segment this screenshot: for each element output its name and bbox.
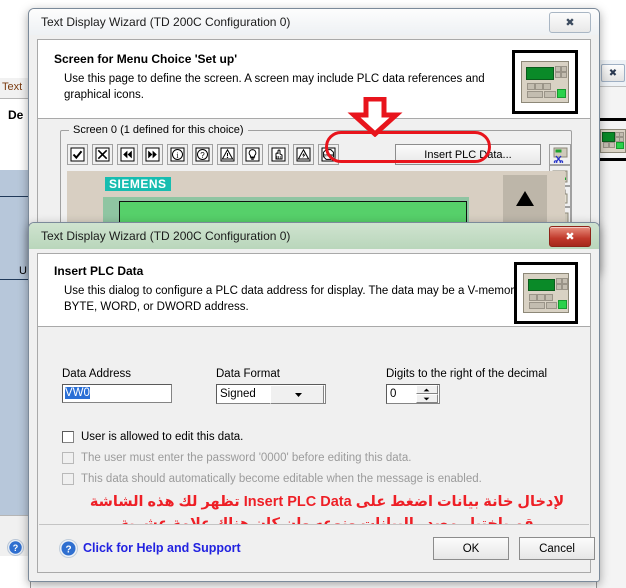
dialog1-header-title: Screen for Menu Choice 'Set up' xyxy=(54,52,238,66)
hand-icon[interactable] xyxy=(267,144,289,165)
screen-toolbar: i ? STOP xyxy=(67,144,340,165)
auto-editable-checkbox xyxy=(62,473,74,485)
chevron-down-icon[interactable] xyxy=(269,384,324,404)
data-format-select[interactable]: Signed xyxy=(216,384,326,404)
digits-spinner-buttons[interactable] xyxy=(413,385,438,403)
close-icon[interactable]: ✖ xyxy=(601,64,625,82)
require-password-checkbox-row: The user must enter the password '0000' … xyxy=(62,452,411,464)
allow-edit-label: User is allowed to edit this data. xyxy=(81,431,244,443)
background-tab-label: Text xyxy=(2,81,23,93)
dialog2-titlebar: Text Display Wizard (TD 200C Configurati… xyxy=(29,223,599,249)
background-heading-fragment: De xyxy=(8,108,24,122)
checkmark-icon[interactable] xyxy=(67,144,88,165)
dialog1-title-text: Text Display Wizard (TD 200C Configurati… xyxy=(41,15,291,29)
arabic-note-line1: لإدخال خانة بيانات اضغط على Insert PLC D… xyxy=(89,494,565,510)
help-support-link[interactable]: Click for Help and Support xyxy=(83,541,241,555)
background-side-fragment: U xyxy=(19,265,27,277)
dialog2-body: Insert PLC Data Use this dialog to confi… xyxy=(37,253,595,573)
cut-icon[interactable] xyxy=(549,144,571,165)
data-format-label: Data Format xyxy=(216,368,280,380)
data-format-value: Signed xyxy=(220,388,256,400)
require-password-label: The user must enter the password '0000' … xyxy=(81,452,412,464)
siemens-logo: SIEMENS xyxy=(105,177,171,191)
dialog2-title-text: Text Display Wizard (TD 200C Configurati… xyxy=(41,229,291,243)
td200c-display-icon xyxy=(600,129,626,153)
warning-icon[interactable] xyxy=(217,144,239,165)
allow-edit-checkbox-row[interactable]: User is allowed to edit this data. xyxy=(62,431,243,443)
screen-groupbox-legend: Screen 0 (1 defined for this choice) xyxy=(69,124,248,136)
data-address-input[interactable]: VW0 xyxy=(62,384,172,403)
dialog1-header: Screen for Menu Choice 'Set up' Use this… xyxy=(38,40,590,119)
dialog2-header: Insert PLC Data Use this dialog to confi… xyxy=(38,254,590,327)
info-icon[interactable]: i xyxy=(167,144,189,165)
question-icon[interactable]: ? xyxy=(192,144,214,165)
dialog2-button-bar: ? Click for Help and Support OK Cancel xyxy=(39,524,595,571)
red-oval-highlight xyxy=(325,131,491,163)
help-circle-icon[interactable]: ? xyxy=(7,539,24,559)
auto-editable-checkbox-row: This data should automatically become ed… xyxy=(62,473,482,485)
background-right-rule xyxy=(598,118,626,121)
spinner-down-icon[interactable] xyxy=(415,394,438,403)
dialog1-header-description: Use this page to define the screen. A sc… xyxy=(64,73,485,101)
svg-text:?: ? xyxy=(201,151,206,160)
svg-text:?: ? xyxy=(13,543,19,553)
allow-edit-checkbox[interactable] xyxy=(62,431,74,443)
dialog2-header-title: Insert PLC Data xyxy=(54,264,144,278)
require-password-checkbox xyxy=(62,452,74,464)
electrical-hazard-icon[interactable] xyxy=(292,144,314,165)
cancel-button[interactable]: Cancel xyxy=(519,537,595,560)
auto-editable-label: This data should automatically become ed… xyxy=(81,473,482,485)
rewind-icon[interactable] xyxy=(117,144,139,165)
fast-forward-icon[interactable] xyxy=(142,144,164,165)
digits-label: Digits to the right of the decimal xyxy=(386,368,548,380)
digits-stepper[interactable]: 0 xyxy=(386,384,440,404)
preview-lcd-strip xyxy=(103,197,469,225)
insert-plc-data-window: Text Display Wizard (TD 200C Configurati… xyxy=(28,222,600,582)
help-circle-icon[interactable]: ? xyxy=(59,539,78,561)
up-arrow-key-icon[interactable] xyxy=(503,175,547,223)
cross-icon[interactable] xyxy=(92,144,114,165)
dialog1-titlebar: Text Display Wizard (TD 200C Configurati… xyxy=(29,9,599,35)
background-right-rule xyxy=(598,158,626,161)
td200c-display-icon xyxy=(514,262,578,324)
ok-button[interactable]: OK xyxy=(433,537,509,560)
data-address-value: VW0 xyxy=(65,387,90,399)
data-address-label: Data Address xyxy=(62,368,132,380)
dialog2-header-description: Use this dialog to configure a PLC data … xyxy=(64,285,520,313)
close-icon[interactable]: ✖ xyxy=(549,226,591,247)
spinner-up-icon[interactable] xyxy=(415,385,438,394)
digits-value: 0 xyxy=(390,388,397,400)
lamp-icon[interactable] xyxy=(242,144,264,165)
svg-text:?: ? xyxy=(65,545,71,556)
preview-lcd-line[interactable] xyxy=(119,201,467,223)
close-icon[interactable]: ✖ xyxy=(549,12,591,33)
td200c-display-icon xyxy=(512,50,578,114)
